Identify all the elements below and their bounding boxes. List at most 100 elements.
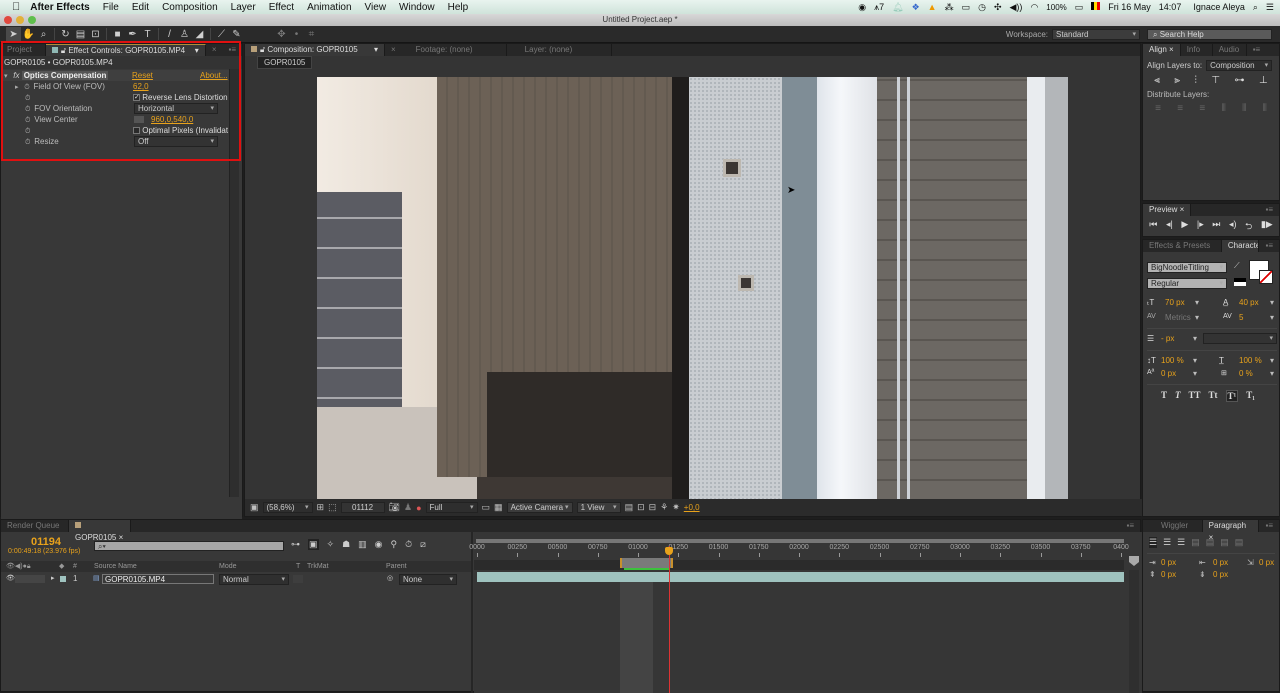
parent-header[interactable]: Parent	[386, 561, 407, 572]
tab-timeline-comp[interactable]: GOPR0105 ×	[69, 520, 131, 542]
notification-center-icon[interactable]: ☰	[1266, 2, 1274, 13]
notification-icon[interactable]: 🔔︎	[892, 2, 903, 13]
loop-icon[interactable]: ⮌	[1245, 219, 1252, 235]
layer-search-input[interactable]: ⌕▾	[94, 541, 284, 551]
resolution-select[interactable]: Full	[425, 502, 478, 513]
align-top-icon[interactable]: ⊤	[1211, 75, 1220, 86]
layer-row[interactable]: 👁︎ ▸ 1 ▤ GOPR0105.MP4 Normal ◎ None	[1, 573, 471, 585]
vertical-scale-value[interactable]: 100 %	[1161, 356, 1184, 365]
zoom-slider-handle[interactable]	[1129, 556, 1139, 566]
kerning-value[interactable]: Metrics	[1165, 313, 1191, 322]
trkmat-header[interactable]: TrkMat	[307, 561, 329, 572]
indent-right-value[interactable]: 0 px	[1213, 558, 1228, 567]
world-axis-icon[interactable]: •	[289, 27, 304, 42]
hide-shy-icon[interactable]: ☗	[342, 539, 350, 550]
align-text-right-icon[interactable]: ☰	[1177, 537, 1185, 548]
tsume-value[interactable]: 0 %	[1239, 369, 1253, 378]
source-name-header[interactable]: Source Name	[94, 561, 137, 572]
always-preview-icon[interactable]: ▣	[250, 502, 259, 513]
ram-preview-icon[interactable]: ▮▶	[1261, 219, 1273, 235]
magnification-select[interactable]: (58,6%)	[262, 502, 313, 513]
timeline-graph[interactable]: 0000 00250 00500 00750 01000 01250 01500 01750 0…	[469, 532, 1142, 693]
align-bottom-icon[interactable]: ⊥	[1259, 75, 1268, 86]
mode-header[interactable]: Mode	[219, 561, 237, 572]
exposure-value[interactable]: +0,0	[684, 503, 700, 512]
mask-visibility-icon[interactable]: ⬚	[328, 502, 337, 513]
zoom-window-button[interactable]	[28, 16, 36, 24]
next-frame-icon[interactable]: |▸	[1197, 219, 1204, 235]
motion-blur-icon[interactable]: ◉	[375, 539, 383, 550]
label-color-swatch[interactable]	[60, 576, 66, 582]
tab-render-queue[interactable]: Render Queue	[1, 520, 69, 532]
menu-window[interactable]: Window	[399, 2, 435, 13]
faux-bold-button[interactable]: T	[1161, 390, 1167, 402]
dropdown-icon[interactable]: ▾	[1193, 356, 1197, 365]
tab-align[interactable]: Align ×	[1143, 44, 1181, 56]
adobe-icon[interactable]: ⩚7	[874, 2, 884, 13]
menu-view[interactable]: View	[365, 2, 387, 13]
zoom-tool-icon[interactable]: ⌕	[36, 27, 51, 42]
justify-all-icon[interactable]: ▤	[1235, 537, 1244, 548]
frame-blending-icon[interactable]: ▥	[358, 539, 367, 550]
pen-tool-icon[interactable]: ✒	[125, 27, 140, 42]
dropdown-icon[interactable]: ▾	[1193, 334, 1197, 343]
airplay-icon[interactable]: ▭	[962, 2, 971, 13]
view-layout-select[interactable]: 1 View	[576, 502, 621, 513]
menu-layer[interactable]: Layer	[231, 2, 256, 13]
dropdown-icon[interactable]: ▾	[1193, 369, 1197, 378]
audio-icon[interactable]: ◂)	[1229, 219, 1237, 235]
time-ruler[interactable]: 0000 00250 00500 00750 01000 01250 01500 01750 0…	[469, 544, 1129, 560]
menu-animation[interactable]: Animation	[307, 2, 351, 13]
pick-whip-icon[interactable]: ◎	[387, 573, 393, 585]
show-snapshot-icon[interactable]: ♟	[404, 502, 412, 513]
dropdown-icon[interactable]: ▾	[1270, 313, 1274, 322]
region-of-interest-icon[interactable]: ▭	[482, 502, 491, 513]
tracking-value[interactable]: 5	[1239, 313, 1243, 322]
align-horizontal-center-icon[interactable]: ⫸	[1174, 75, 1180, 86]
vertical-scrollbar[interactable]	[1129, 570, 1139, 693]
panel-menu-icon[interactable]: ▪≡	[1120, 520, 1140, 532]
graph-editor-icon[interactable]: ⧄	[420, 539, 426, 550]
live-update-icon[interactable]: ▣	[308, 539, 319, 550]
superscript-button[interactable]: T¹	[1225, 390, 1239, 402]
brush-tool-icon[interactable]: /	[162, 27, 177, 42]
menu-composition[interactable]: Composition	[162, 2, 218, 13]
menu-edit[interactable]: Edit	[132, 2, 149, 13]
horizontal-scale-value[interactable]: 100 %	[1239, 356, 1262, 365]
pan-behind-tool-icon[interactable]: ⊡	[88, 27, 103, 42]
user-name[interactable]: Ignace Aleya	[1193, 2, 1245, 12]
time-machine-icon[interactable]: ◷	[978, 2, 986, 13]
tab-effects-presets[interactable]: Effects & Presets	[1143, 240, 1222, 252]
justify-right-icon[interactable]: ▤	[1220, 537, 1229, 548]
parent-select[interactable]: None	[399, 574, 457, 585]
preserve-transparency-toggle[interactable]	[293, 575, 303, 583]
close-tab-icon[interactable]: ×	[385, 44, 402, 56]
spotlight-icon[interactable]: ⌕	[1253, 2, 1258, 13]
channel-icon[interactable]: ●	[416, 503, 421, 513]
bluetooth-icon[interactable]: ✣	[994, 2, 1002, 13]
panel-menu-icon[interactable]: ▪≡	[1259, 240, 1279, 252]
type-tool-icon[interactable]: T	[140, 27, 155, 42]
play-icon[interactable]: ▶	[1181, 219, 1188, 235]
indent-left-value[interactable]: 0 px	[1161, 558, 1176, 567]
wifi-icon[interactable]: ◠	[1030, 2, 1038, 13]
navigator-bar[interactable]	[476, 539, 1124, 543]
layer-duration-bar[interactable]	[477, 572, 1124, 582]
workspace-select[interactable]: Standard	[1052, 29, 1140, 40]
tab-info[interactable]: Info	[1181, 44, 1213, 56]
menu-app[interactable]: After Effects	[30, 2, 89, 13]
distribute-left-icon[interactable]: ⫴	[1222, 103, 1226, 114]
font-size-value[interactable]: 70 px	[1165, 298, 1185, 307]
dropdown-icon[interactable]: ▾	[374, 44, 378, 56]
vlc-icon[interactable]: ▲	[928, 2, 937, 12]
distribute-bottom-icon[interactable]: ≡	[1199, 103, 1205, 114]
dropbox-icon[interactable]: ❖	[912, 2, 920, 13]
snapshot-camera-icon[interactable]: 📷︎	[389, 502, 400, 513]
dropdown-icon[interactable]: ▾	[1270, 369, 1274, 378]
current-frame[interactable]: 01194	[31, 536, 61, 548]
leading-value[interactable]: 40 px	[1239, 298, 1259, 307]
record-icon[interactable]: ◉	[858, 2, 866, 13]
align-text-left-icon[interactable]: ☰	[1149, 537, 1158, 548]
menu-file[interactable]: File	[103, 2, 119, 13]
rectangle-tool-icon[interactable]: ■	[110, 27, 125, 42]
